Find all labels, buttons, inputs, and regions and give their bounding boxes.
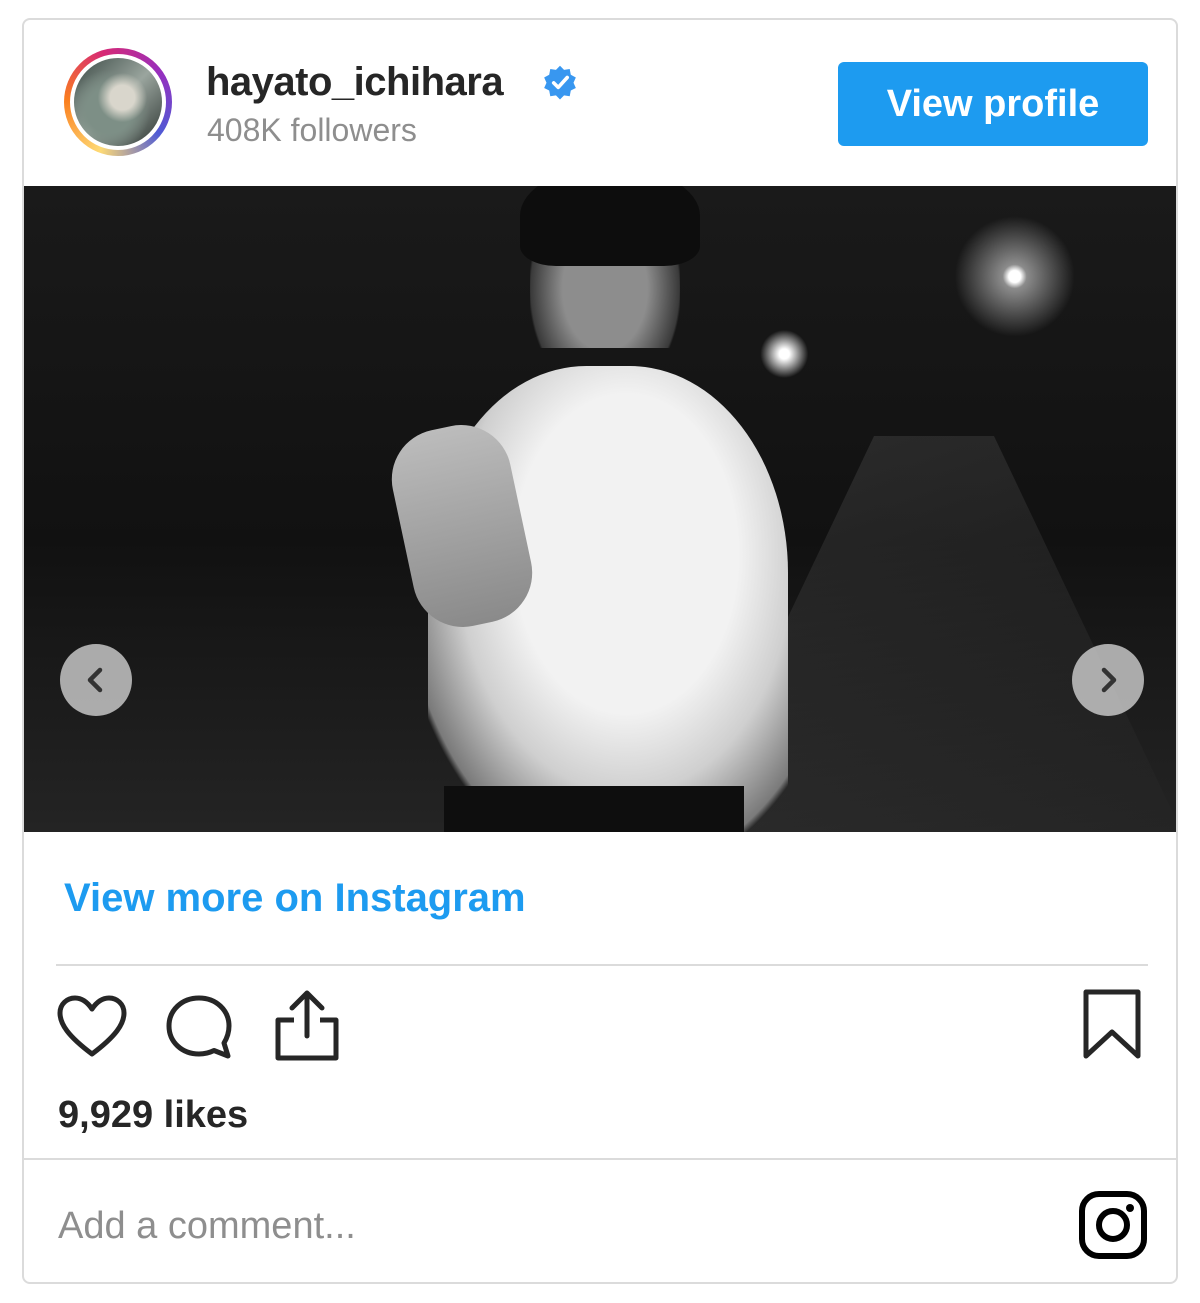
avatar[interactable] [70, 54, 166, 150]
profile-username[interactable]: hayato_ichihara [206, 60, 504, 105]
heart-icon[interactable] [56, 994, 128, 1060]
comment-input[interactable] [56, 1188, 1040, 1264]
carousel-prev-button[interactable] [60, 644, 132, 716]
photo-figure-pants [444, 786, 744, 832]
divider [56, 964, 1148, 966]
photo-figure-cap [520, 186, 700, 266]
view-more-link[interactable]: View more on Instagram [64, 876, 526, 921]
divider [24, 1158, 1176, 1160]
verified-badge-icon [544, 65, 576, 100]
bookmark-icon[interactable] [1082, 988, 1142, 1060]
carousel-next-button[interactable] [1072, 644, 1144, 716]
chevron-right-icon [1101, 667, 1117, 693]
comment-icon[interactable] [162, 992, 236, 1062]
share-icon[interactable] [272, 988, 342, 1064]
chevron-left-icon [87, 667, 103, 693]
view-profile-button[interactable]: View profile [838, 62, 1148, 146]
instagram-embed-card: hayato_ichihara 408K followers View prof… [22, 18, 1178, 1284]
post-photo[interactable] [24, 186, 1176, 832]
instagram-logo-icon[interactable] [1078, 1190, 1148, 1260]
follower-count: 408K followers [207, 112, 417, 148]
likes-count[interactable]: 9,929 likes [58, 1094, 248, 1137]
avatar-story-ring[interactable] [64, 48, 172, 156]
